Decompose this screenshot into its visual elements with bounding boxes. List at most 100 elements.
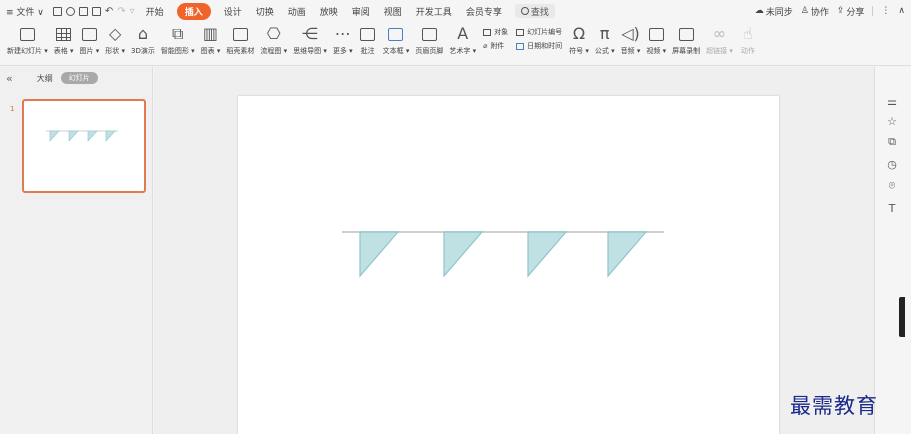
person-icon: ♙ (800, 6, 809, 16)
picture-button[interactable]: 图片 ▾ (77, 22, 103, 56)
clock-icon[interactable]: ◷ (885, 157, 899, 171)
save-icon[interactable] (52, 6, 62, 16)
wordart-button[interactable]: A 艺术字 ▾ (446, 22, 479, 56)
more-icon: ⋯ (334, 24, 351, 43)
menu-right: ☁ 未同步 ♙ 协作 ⇪ 分享 ⋮ ∧ (755, 0, 905, 22)
bunting-flag-1[interactable] (359, 231, 400, 278)
chart-icon: ▥ (202, 24, 219, 43)
collapse-ribbon-icon[interactable]: ∧ (898, 6, 905, 16)
preview-icon[interactable] (91, 6, 101, 16)
chart-button[interactable]: ▥ 图表 ▾ (198, 22, 224, 56)
right-task-pane: ⚌ ☆ ⧉ ◷ ⌾ T (874, 67, 911, 434)
pi-icon: π (599, 24, 610, 43)
location-icon[interactable]: ⌾ (885, 179, 899, 193)
redo-icon[interactable]: ↷ (117, 6, 125, 17)
comment-button[interactable]: 批注 (356, 22, 380, 56)
bunting-flag-2[interactable] (68, 130, 79, 142)
copy-icon[interactable]: ⧉ (885, 135, 899, 149)
bunting-flag-4[interactable] (105, 130, 116, 142)
hyperlink-button[interactable]: ∞ 超链接 ▾ (703, 22, 736, 56)
collapse-panel-icon[interactable]: « (6, 72, 13, 85)
video-button[interactable]: 视频 ▾ (643, 22, 669, 56)
calendar-icon (516, 42, 525, 50)
text-icon[interactable]: T (885, 201, 899, 215)
slide-number-button[interactable]: 幻灯片编号 (516, 27, 562, 37)
more-button[interactable]: ⋯ 更多 ▾ (330, 22, 356, 56)
share-button[interactable]: ⇪ 分享 (837, 5, 865, 18)
shape-button[interactable]: ◇ 形状 ▾ (102, 22, 128, 56)
tab-member[interactable]: 会员专享 (459, 0, 509, 22)
slide-number-icon (516, 28, 525, 36)
table-button[interactable]: 表格 ▾ (51, 22, 77, 56)
tab-design[interactable]: 设计 (217, 0, 249, 22)
slide-canvas[interactable] (238, 96, 779, 434)
symbol-button[interactable]: Ω 符号 ▾ (566, 22, 592, 56)
flowchart-button[interactable]: ⎔ 流程图 ▾ (257, 22, 290, 56)
attachment-button[interactable]: ⌀ 附件 (483, 41, 508, 51)
hyperlink-icon: ∞ (712, 24, 727, 43)
paperclip-icon: ⌀ (483, 42, 488, 50)
properties-icon[interactable]: ⚌ (885, 94, 899, 108)
tab-insert[interactable]: 插入 (176, 0, 211, 22)
export-icon[interactable] (65, 6, 75, 16)
flowchart-icon: ⎔ (266, 24, 281, 43)
picture-icon (81, 27, 97, 41)
screen-record-button[interactable]: 屏幕录制 (669, 22, 703, 56)
3d-icon: ⌂ (137, 24, 148, 43)
file-menu[interactable]: ≡ 文件 ∨ (0, 0, 49, 22)
cloud-icon: ☁ (754, 6, 764, 16)
shape-icon: ◇ (108, 24, 122, 43)
search-label: 查找 (530, 7, 549, 18)
tab-view[interactable]: 视图 (377, 0, 409, 22)
tab-review[interactable]: 审阅 (345, 0, 377, 22)
collab-button[interactable]: ♙ 协作 (801, 5, 829, 18)
scroll-up-icon[interactable] (866, 73, 872, 81)
new-slide-icon (19, 27, 35, 41)
insert-small-group-2: 幻灯片编号 日期和时间 (512, 22, 566, 51)
undo-icon[interactable]: ↶ (105, 6, 113, 17)
mindmap-button[interactable]: ⋲ 思维导图 ▾ (290, 22, 330, 56)
audio-icon: ◁) (621, 24, 640, 43)
print-icon[interactable] (78, 6, 88, 16)
audio-button[interactable]: ◁) 音频 ▾ (618, 22, 644, 56)
slide-thumbnail[interactable] (22, 99, 146, 193)
more-options-icon[interactable]: ⋮ (881, 6, 890, 16)
smart-art-icon: ⧉ (172, 24, 184, 43)
customize-icon[interactable]: ▿ (130, 6, 135, 17)
video-icon (648, 27, 664, 41)
slide-number-label: 1 (10, 105, 15, 113)
sync-button[interactable]: ☁ 未同步 (755, 5, 793, 18)
tab-slides[interactable]: 幻灯片 (60, 72, 98, 84)
textbox-button[interactable]: 文本框 ▾ (380, 22, 413, 56)
material-icon (232, 27, 248, 41)
tab-home[interactable]: 开始 (139, 0, 171, 22)
bunting-flag-3[interactable] (87, 130, 98, 142)
tab-animation[interactable]: 动画 (281, 0, 313, 22)
action-button[interactable]: ☝ 动作 (736, 22, 760, 56)
slide-panel-header: « 大纲 幻灯片 (0, 67, 152, 89)
tab-outline[interactable]: 大纲 (37, 73, 53, 84)
material-button[interactable]: 稻壳素材 (223, 22, 257, 56)
table-icon (56, 27, 72, 41)
3d-button[interactable]: ⌂ 3D演示 (128, 22, 158, 56)
object-button[interactable]: 对象 (483, 27, 508, 37)
bunting-flag-1[interactable] (49, 130, 60, 142)
side-handle[interactable] (899, 297, 905, 337)
tab-slideshow[interactable]: 放映 (313, 0, 345, 22)
omega-icon: Ω (572, 24, 586, 43)
star-icon[interactable]: ☆ (885, 114, 899, 128)
search-box[interactable]: 查找 (514, 4, 555, 18)
tab-transition[interactable]: 切换 (249, 0, 281, 22)
comment-icon (360, 27, 376, 41)
datetime-button[interactable]: 日期和时间 (516, 41, 562, 51)
bunting-flag-2[interactable] (443, 231, 484, 278)
bunting-flag-4[interactable] (607, 231, 648, 278)
smart-art-button[interactable]: ⧉ 智能图形 ▾ (158, 22, 198, 56)
bunting-flag-3[interactable] (527, 231, 568, 278)
search-icon (520, 7, 529, 15)
tab-developer[interactable]: 开发工具 (409, 0, 459, 22)
new-slide-button[interactable]: 新建幻灯片 ▾ (4, 22, 51, 56)
bunting-graphic[interactable] (238, 96, 779, 434)
formula-button[interactable]: π 公式 ▾ (592, 22, 618, 56)
header-footer-button[interactable]: 页眉页脚 (412, 22, 446, 56)
